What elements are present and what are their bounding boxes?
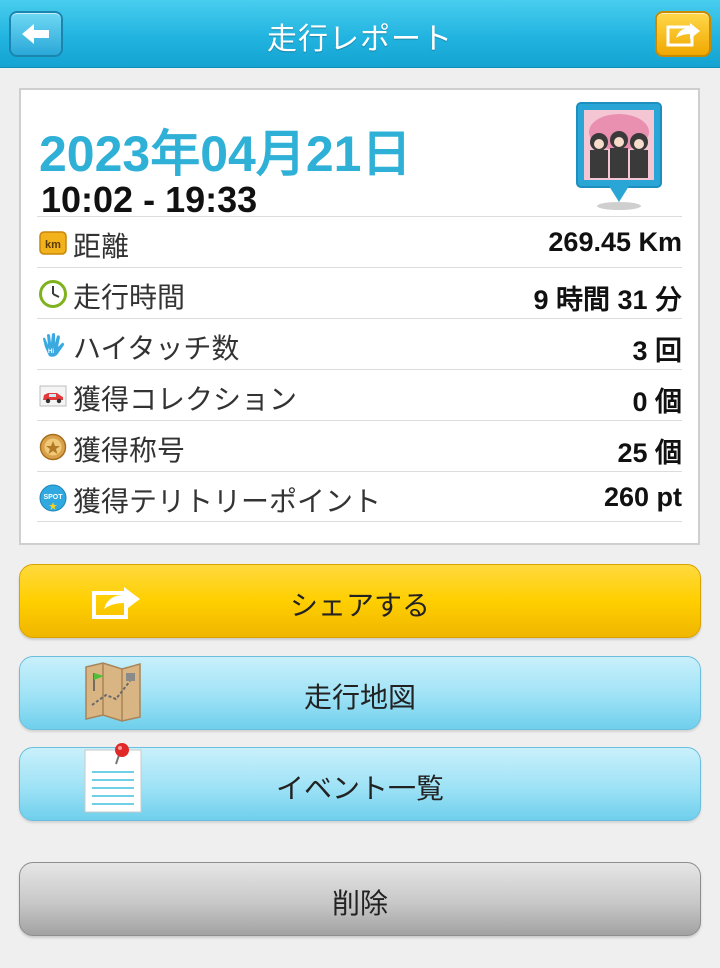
stat-label: 距離 [73,230,130,263]
medal-icon [39,433,67,461]
share-button-label: シェアする [289,589,430,622]
header-bar: 走行レポート [0,0,720,68]
stat-label: ハイタッチ数 [73,332,240,365]
avatar-map-pin-icon[interactable] [576,102,662,212]
stat-label: 獲得コレクション [73,383,298,416]
stat-row-high-touch: Hi ハイタッチ数 3 回 [37,318,682,369]
stat-value: 260 pt [603,482,682,512]
km-icon: km [39,231,67,255]
stat-row-distance: km 距離 269.45 Km [37,216,682,267]
delete-button[interactable]: 削除 [19,862,701,936]
share-button[interactable]: シェアする [19,564,701,638]
report-card: 2023年04月21日 10:02 - 19:33 km 距離 269.45 K… [19,88,700,545]
svg-text:SPOT: SPOT [43,494,63,501]
share-arrow-icon [666,23,700,47]
stat-value: 25 個 [617,438,682,468]
stats-list: km 距離 269.45 Km 走行時間 9 時間 31 分 Hi ハイタッチ数… [37,216,682,522]
svg-text:km: km [45,239,61,251]
share-top-button[interactable] [655,11,711,57]
delete-button-label: 削除 [331,887,388,920]
event-list-button[interactable]: イベント一覧 [19,743,701,821]
hand-icon: Hi [43,333,64,357]
stat-row-territory: SPOT 獲得テリトリーポイント 260 pt [37,471,682,522]
stat-row-collection: 獲得コレクション 0 個 [37,369,682,420]
svg-text:Hi: Hi [48,349,54,355]
stat-label: 獲得テリトリーポイント [73,485,382,518]
stat-value: 9 時間 31 分 [533,285,682,315]
stat-label: 走行時間 [73,281,186,314]
stat-row-titles: 獲得称号 25 個 [37,420,682,471]
clock-icon [39,280,67,308]
stat-label: 獲得称号 [73,434,186,467]
car-icon [39,385,67,407]
stat-value: 269.45 Km [548,227,682,257]
event-list-button-label: イベント一覧 [275,772,444,805]
drive-map-button-label: 走行地図 [303,681,416,714]
stat-value: 3 回 [632,336,682,366]
stat-value: 0 個 [632,387,682,417]
spot-icon: SPOT [39,484,67,512]
report-date: 2023年04月21日 [39,126,412,182]
stat-row-drive-time: 走行時間 9 時間 31 分 [37,267,682,318]
report-time-range: 10:02 - 19:33 [41,179,258,220]
page-title: 走行レポート [267,22,453,57]
drive-map-button[interactable]: 走行地図 [19,656,701,730]
